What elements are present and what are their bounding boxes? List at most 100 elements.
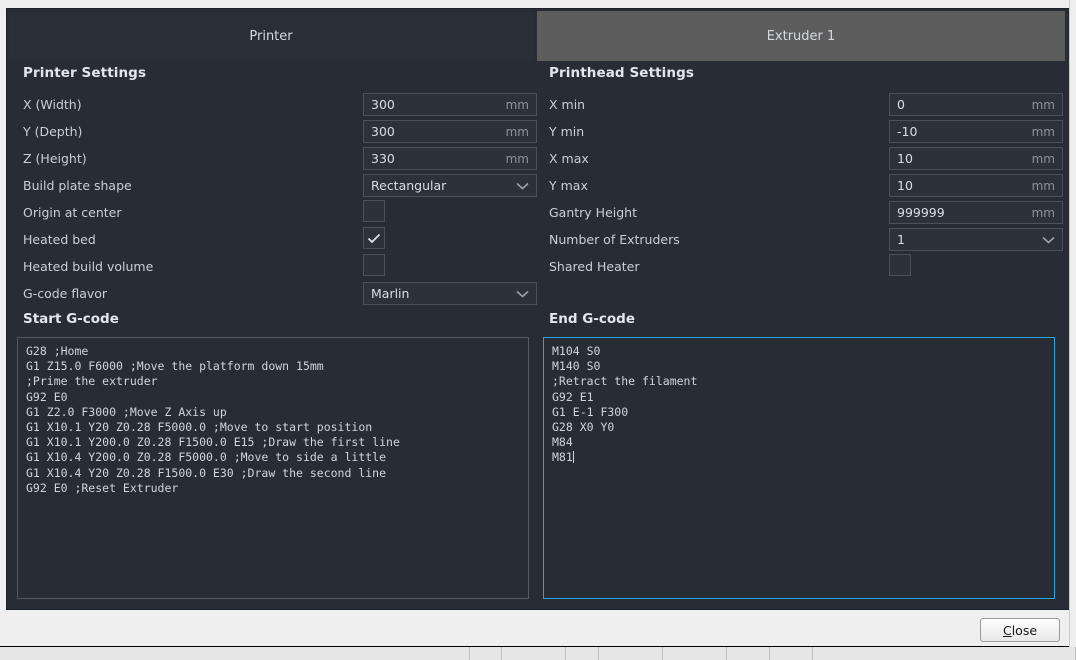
taskbar-cell[interactable] xyxy=(663,647,727,660)
input-x-width-unit: mm xyxy=(505,97,529,112)
printhead-settings-title: Printhead Settings xyxy=(549,65,695,81)
label-heated-build-volume: Heated build volume xyxy=(23,259,154,274)
checkbox-heated-bed[interactable] xyxy=(363,227,385,249)
checkbox-origin-at-center[interactable] xyxy=(363,200,385,222)
chevron-down-icon xyxy=(1042,236,1055,244)
input-z-height[interactable]: 330 mm xyxy=(363,147,537,170)
input-z-height-value: 330 xyxy=(371,151,395,166)
end-gcode-section: End G-code M104 S0 M140 S0 ;Retract the … xyxy=(543,311,1063,599)
row-x-min: X min 0 mm xyxy=(543,91,1063,118)
input-x-width-value: 300 xyxy=(371,97,395,112)
dropdown-number-of-extruders[interactable]: 1 xyxy=(889,228,1063,251)
row-gantry-height: Gantry Height 999999 mm xyxy=(543,199,1063,226)
label-origin-at-center: Origin at center xyxy=(23,205,122,220)
input-y-min[interactable]: -10 mm xyxy=(889,120,1063,143)
dropdown-build-plate-shape[interactable]: Rectangular xyxy=(363,174,537,197)
row-shared-heater: Shared Heater xyxy=(543,253,1063,280)
taskbar xyxy=(0,647,1076,660)
row-heated-bed: Heated bed xyxy=(17,226,537,253)
machine-settings-dialog: Printer Extruder 1 Printer Settings X (W… xyxy=(6,8,1070,610)
tab-extruder-1[interactable]: Extruder 1 xyxy=(537,11,1065,61)
input-y-min-value: -10 xyxy=(897,124,918,139)
chevron-down-icon xyxy=(516,182,529,190)
close-button-mnemonic: C xyxy=(1002,622,1012,638)
row-x-max: X max 10 mm xyxy=(543,145,1063,172)
input-y-min-unit: mm xyxy=(1031,124,1055,139)
taskbar-cell[interactable] xyxy=(0,647,470,660)
input-x-min-unit: mm xyxy=(1031,97,1055,112)
input-y-max-value: 10 xyxy=(897,178,913,193)
input-gantry-height-unit: mm xyxy=(1031,205,1055,220)
printhead-settings-column: Printhead Settings X min 0 mm Y min -10 … xyxy=(543,65,1063,280)
dropdown-gcode-flavor-value: Marlin xyxy=(371,286,410,301)
tab-printer[interactable]: Printer xyxy=(9,11,533,61)
taskbar-cell[interactable] xyxy=(813,647,1076,660)
label-y-min: Y min xyxy=(549,124,585,139)
close-button-label: lose xyxy=(1011,622,1038,638)
dropdown-number-of-extruders-value: 1 xyxy=(897,232,905,247)
dropdown-gcode-flavor[interactable]: Marlin xyxy=(363,282,537,305)
row-origin-at-center: Origin at center xyxy=(17,199,537,226)
window-right-edge xyxy=(1069,0,1076,647)
label-build-plate-shape: Build plate shape xyxy=(23,178,132,193)
input-x-max[interactable]: 10 mm xyxy=(889,147,1063,170)
taskbar-cell[interactable] xyxy=(599,647,663,660)
input-x-width[interactable]: 300 mm xyxy=(363,93,537,116)
input-z-height-unit: mm xyxy=(505,151,529,166)
label-x-min: X min xyxy=(549,97,586,112)
label-shared-heater: Shared Heater xyxy=(549,259,640,274)
taskbar-cell[interactable] xyxy=(727,647,770,660)
end-gcode-value: M104 S0 M140 S0 ;Retract the filament G9… xyxy=(552,344,698,465)
dropdown-build-plate-shape-value: Rectangular xyxy=(371,178,447,193)
label-x-max: X max xyxy=(549,151,589,166)
input-x-max-value: 10 xyxy=(897,151,913,166)
check-icon xyxy=(367,233,381,244)
input-y-depth-unit: mm xyxy=(505,124,529,139)
start-gcode-section: Start G-code G28 ;Home G1 Z15.0 F6000 ;M… xyxy=(17,311,537,599)
row-y-max: Y max 10 mm xyxy=(543,172,1063,199)
printer-settings-title: Printer Settings xyxy=(23,65,147,81)
row-gcode-flavor: G-code flavor Marlin xyxy=(17,280,537,307)
row-y-depth: Y (Depth) 300 mm xyxy=(17,118,537,145)
label-z-height: Z (Height) xyxy=(23,151,87,166)
label-y-max: Y max xyxy=(549,178,588,193)
row-z-height: Z (Height) 330 mm xyxy=(17,145,537,172)
start-gcode-title: Start G-code xyxy=(23,311,119,327)
taskbar-cell[interactable] xyxy=(770,647,813,660)
input-x-max-unit: mm xyxy=(1031,151,1055,166)
input-x-min[interactable]: 0 mm xyxy=(889,93,1063,116)
row-number-of-extruders: Number of Extruders 1 xyxy=(543,226,1063,253)
taskbar-cell[interactable] xyxy=(502,647,566,660)
dialog-footer: Close xyxy=(0,610,1076,647)
label-x-width: X (Width) xyxy=(23,97,82,112)
printer-settings-column: Printer Settings X (Width) 300 mm Y (Dep… xyxy=(17,65,537,307)
start-gcode-editor[interactable]: G28 ;Home G1 Z15.0 F6000 ;Move the platf… xyxy=(17,337,529,599)
checkbox-heated-build-volume[interactable] xyxy=(363,254,385,276)
start-gcode-text: G28 ;Home G1 Z15.0 F6000 ;Move the platf… xyxy=(26,344,400,495)
input-gantry-height-value: 999999 xyxy=(897,205,945,220)
text-caret xyxy=(572,451,574,464)
end-gcode-title: End G-code xyxy=(549,311,635,327)
row-y-min: Y min -10 mm xyxy=(543,118,1063,145)
taskbar-cell[interactable] xyxy=(470,647,502,660)
label-y-depth: Y (Depth) xyxy=(23,124,83,139)
end-gcode-text: M104 S0 M140 S0 ;Retract the filament G9… xyxy=(552,344,1046,466)
chevron-down-icon xyxy=(516,290,529,298)
input-y-max-unit: mm xyxy=(1031,178,1055,193)
input-y-depth-value: 300 xyxy=(371,124,395,139)
input-y-depth[interactable]: 300 mm xyxy=(363,120,537,143)
label-number-of-extruders: Number of Extruders xyxy=(549,232,680,247)
input-x-min-value: 0 xyxy=(897,97,905,112)
label-gantry-height: Gantry Height xyxy=(549,205,638,220)
input-y-max[interactable]: 10 mm xyxy=(889,174,1063,197)
close-button[interactable]: Close xyxy=(980,618,1060,642)
label-heated-bed: Heated bed xyxy=(23,232,96,247)
end-gcode-editor[interactable]: M104 S0 M140 S0 ;Retract the filament G9… xyxy=(543,337,1055,599)
tab-extruder-1-label: Extruder 1 xyxy=(766,28,836,44)
row-x-width: X (Width) 300 mm xyxy=(17,91,537,118)
checkbox-shared-heater[interactable] xyxy=(889,254,911,276)
input-gantry-height[interactable]: 999999 mm xyxy=(889,201,1063,224)
label-gcode-flavor: G-code flavor xyxy=(23,286,108,301)
taskbar-cell[interactable] xyxy=(566,647,599,660)
row-build-plate-shape: Build plate shape Rectangular xyxy=(17,172,537,199)
